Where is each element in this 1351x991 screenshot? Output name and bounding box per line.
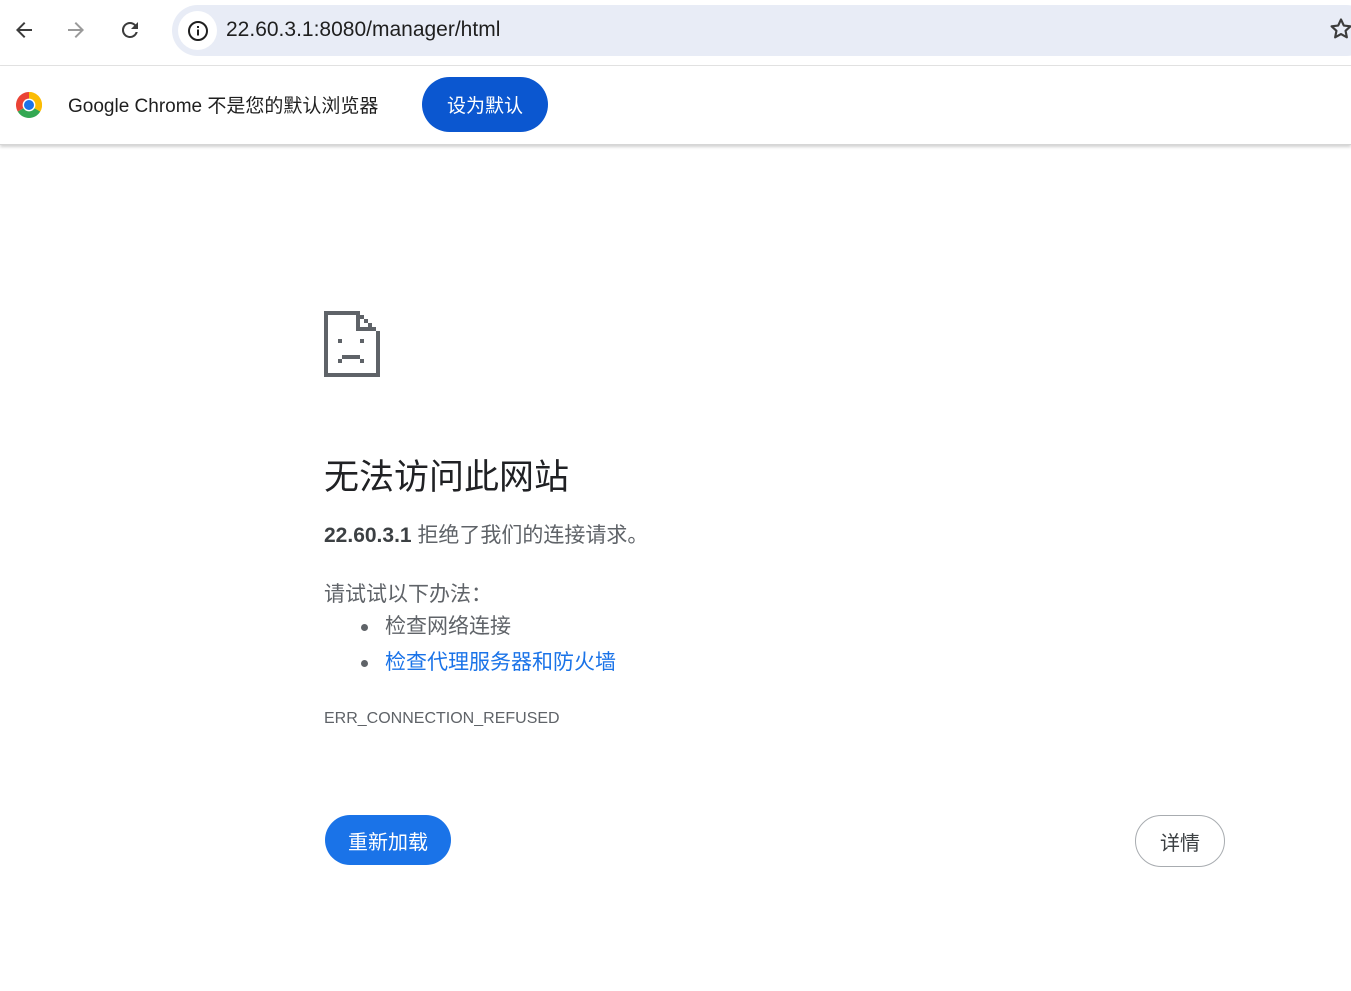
error-host: 22.60.3.1 xyxy=(324,524,412,547)
star-icon[interactable] xyxy=(1328,16,1351,42)
browser-toolbar: 22.60.3.1:8080/manager/html xyxy=(0,0,1351,66)
infobar-message: Google Chrome 不是您的默认浏览器 xyxy=(68,96,379,117)
reload-button[interactable]: 重新加载 xyxy=(325,815,451,865)
error-code: ERR_CONNECTION_REFUSED xyxy=(324,710,560,727)
default-browser-infobar: Google Chrome 不是您的默认浏览器 设为默认 xyxy=(0,66,1351,145)
suggestions-list: 检查网络连接 检查代理服务器和防火墙 xyxy=(360,612,616,684)
arrow-right-icon xyxy=(68,22,84,38)
details-button[interactable]: 详情 xyxy=(1135,815,1225,867)
suggestion-check-proxy-link[interactable]: 检查代理服务器和防火墙 xyxy=(360,648,616,684)
back-button[interactable] xyxy=(4,10,44,50)
reload-page-button[interactable] xyxy=(110,10,150,50)
error-description-text: 拒绝了我们的连接请求。 xyxy=(417,524,649,547)
suggestion-check-network: 检查网络连接 xyxy=(360,612,616,648)
error-description: 22.60.3.1 拒绝了我们的连接请求。 xyxy=(324,519,648,549)
address-bar[interactable]: 22.60.3.1:8080/manager/html xyxy=(172,5,1351,56)
reload-icon xyxy=(121,21,138,38)
arrow-left-icon xyxy=(16,22,32,38)
error-title: 无法访问此网站 xyxy=(324,458,570,497)
site-info-button[interactable] xyxy=(178,11,217,50)
chrome-logo-icon xyxy=(15,92,43,119)
sad-document-icon xyxy=(324,311,380,377)
url-text[interactable]: 22.60.3.1:8080/manager/html xyxy=(226,18,500,42)
set-default-button[interactable]: 设为默认 xyxy=(422,77,548,132)
suggestions-heading: 请试试以下办法： xyxy=(324,583,492,606)
forward-button[interactable] xyxy=(56,10,96,50)
info-icon xyxy=(187,20,208,41)
